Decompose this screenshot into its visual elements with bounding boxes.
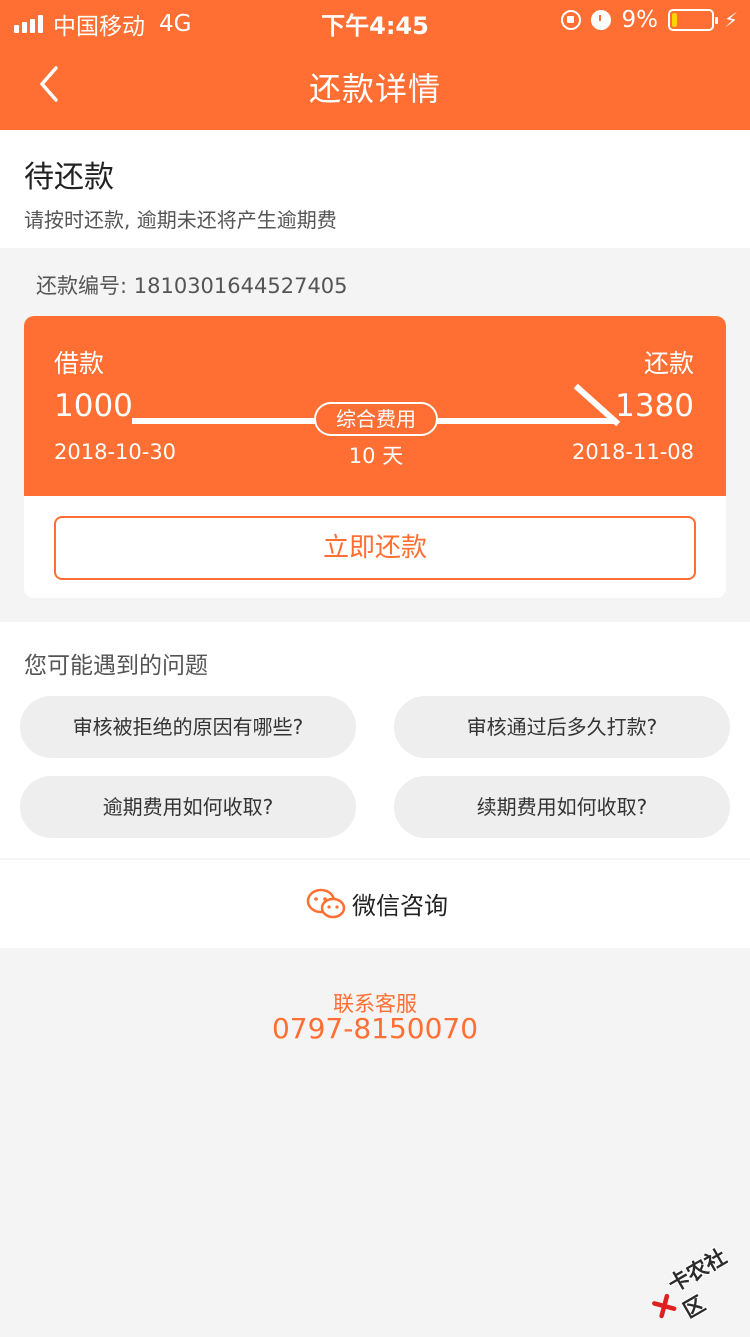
battery-icon [667, 9, 718, 31]
faq-item[interactable]: 审核被拒绝的原因有哪些? [20, 696, 356, 758]
watermark-logo: 卡农社区 [640, 1235, 750, 1337]
status-bar: 中国移动 4G 下午4:45 9% ⚡ [0, 0, 750, 40]
battery-fill [671, 13, 677, 27]
loan-days: 10 天 [348, 444, 404, 468]
faq-item[interactable]: 续期费用如何收取? [394, 776, 730, 838]
alarm-icon [591, 10, 612, 30]
repay-date: 2018-11-08 [571, 440, 694, 464]
contact-phone-link[interactable]: 0797-8150070 [0, 1012, 750, 1045]
borrow-amount: 1000 [54, 388, 133, 424]
repay-amount: 1380 [615, 388, 694, 424]
repay-number: 还款编号: 1810301644527405 [36, 274, 348, 298]
battery-percent: 9% [621, 7, 658, 33]
wechat-consult-button[interactable]: 微信咨询 [0, 860, 750, 948]
rotation-lock-icon [561, 10, 582, 30]
faq-item[interactable]: 逾期费用如何收取? [20, 776, 356, 838]
pending-section: 待还款 请按时还款, 逾期未还将产生逾期费 [0, 130, 750, 248]
charging-bolt-icon: ⚡ [723, 8, 738, 32]
wechat-consult-content: 微信咨询 [306, 886, 448, 921]
pending-title: 待还款 [24, 160, 114, 195]
faq-section: 您可能遇到的问题 审核被拒绝的原因有哪些? 审核通过后多久打款? 逾期费用如何收… [0, 622, 750, 858]
fee-badge: 综合费用 [314, 402, 438, 436]
repay-now-button[interactable]: 立即还款 [54, 516, 696, 580]
status-right: 9% ⚡ [561, 7, 738, 33]
wechat-consult-label: 微信咨询 [352, 892, 448, 920]
loan-card: 借款 还款 1000 1380 综合费用 2018-10-30 10 天 201… [24, 316, 726, 598]
page-title: 还款详情 [308, 70, 441, 108]
repay-label: 还款 [643, 349, 694, 378]
faq-item[interactable]: 审核通过后多久打款? [394, 696, 730, 758]
nav-bar: 还款详情 [0, 40, 750, 130]
pending-subtitle: 请按时还款, 逾期未还将产生逾期费 [24, 208, 337, 232]
wechat-icon [306, 888, 346, 918]
faq-title: 您可能遇到的问题 [24, 653, 208, 679]
borrow-label: 借款 [54, 349, 105, 378]
borrow-date: 2018-10-30 [54, 440, 177, 464]
loan-summary: 借款 还款 1000 1380 综合费用 2018-10-30 10 天 201… [24, 316, 726, 496]
